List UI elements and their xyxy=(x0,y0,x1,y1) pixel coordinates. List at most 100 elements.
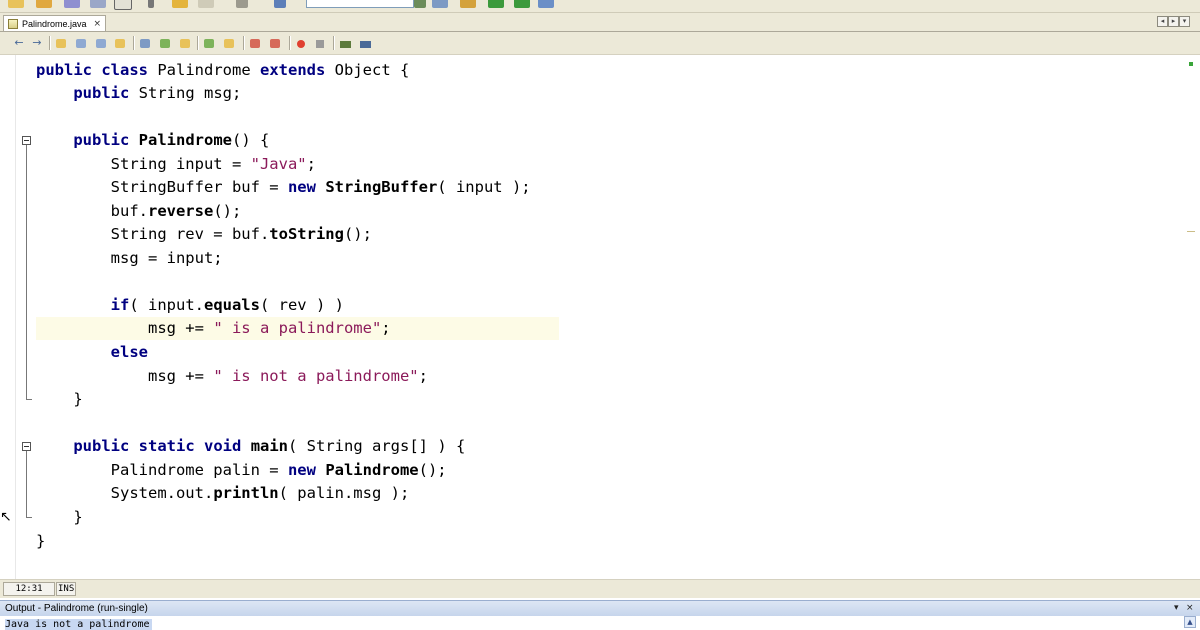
code-keyword: if xyxy=(110,296,130,314)
tab-list-menu-icon[interactable]: ▾ xyxy=(1179,16,1190,27)
shift-right-icon[interactable] xyxy=(224,39,234,48)
code-text: ; xyxy=(306,155,316,173)
close-output-icon[interactable]: × xyxy=(1186,602,1194,615)
error-stripe-ok-icon[interactable] xyxy=(1189,62,1193,66)
tab-palindrome-java[interactable]: Palindrome.java × xyxy=(3,15,106,31)
find-selection-icon[interactable] xyxy=(56,39,66,48)
next-bookmark-icon[interactable] xyxy=(160,39,170,48)
cut-icon[interactable] xyxy=(148,0,154,8)
code-text: } xyxy=(36,508,83,526)
output-window-header[interactable]: Output - Palindrome (run-single) ▾ × xyxy=(0,600,1200,617)
diff-icon[interactable] xyxy=(360,41,371,48)
code-line-4: public Palindrome() { xyxy=(36,129,269,152)
clean-build-icon[interactable] xyxy=(460,0,476,8)
code-keyword: extends xyxy=(260,61,326,79)
code-line-8: String rev = buf.toString(); xyxy=(36,223,372,246)
code-text: String rev = buf. xyxy=(36,225,270,243)
hammer-icon[interactable] xyxy=(274,0,286,8)
scroll-tabs-left-icon[interactable]: ◂ xyxy=(1157,16,1168,27)
code-text: ( rev ) ) xyxy=(259,296,344,314)
code-line-15: } xyxy=(36,388,82,411)
code-text: ( input. xyxy=(129,296,204,314)
save-all-icon[interactable] xyxy=(90,0,106,8)
output-scroll-up-icon[interactable]: ▲ xyxy=(1184,616,1196,628)
uncomment-icon[interactable] xyxy=(270,39,280,48)
error-stripe-mark[interactable] xyxy=(1187,231,1195,232)
start-macro-icon[interactable] xyxy=(297,40,305,48)
open-project-icon[interactable] xyxy=(64,0,80,8)
caret-position: 12:31 xyxy=(3,582,55,596)
toggle-bookmark-icon[interactable] xyxy=(180,39,190,48)
code-line-11: if( input.equals( rev ) ) xyxy=(36,294,344,317)
code-line-1: public class Palindrome extends Object { xyxy=(36,59,409,82)
fold-toggle-constructor-icon[interactable] xyxy=(22,136,31,145)
toggle-highlight-icon[interactable] xyxy=(115,39,125,48)
find-next-icon[interactable] xyxy=(96,39,106,48)
code-text: msg += xyxy=(36,367,214,385)
previous-bookmark-icon[interactable] xyxy=(140,39,150,48)
find-icon[interactable] xyxy=(236,0,248,8)
code-text: Palindrome palin = xyxy=(36,461,288,479)
output-line: Java is not a palindrome xyxy=(5,619,152,630)
code-keyword: new xyxy=(287,178,316,196)
java-file-icon xyxy=(8,18,18,29)
insert-mode-indicator: INS xyxy=(56,582,76,596)
code-text: (); xyxy=(343,225,372,243)
code-text: Object { xyxy=(325,61,410,79)
code-text: ( String args[] ) { xyxy=(288,437,466,455)
forward-icon[interactable]: → xyxy=(30,36,44,50)
output-console[interactable]: Java is not a palindrome ▲ xyxy=(0,616,1200,630)
editor-status-bar: 12:31 INS xyxy=(0,579,1200,598)
back-icon[interactable]: ← xyxy=(12,36,26,50)
code-method: reverse xyxy=(147,202,214,220)
code-keyword: public xyxy=(36,61,92,79)
code-line-19: System.out.println( palin.msg ); xyxy=(36,482,410,505)
toolbar-separator xyxy=(133,36,135,50)
build-icon[interactable] xyxy=(432,0,448,8)
configuration-select[interactable] xyxy=(306,0,414,8)
run-icon[interactable] xyxy=(488,0,504,8)
fold-toggle-main-icon[interactable] xyxy=(22,442,31,451)
new-file-icon[interactable] xyxy=(8,0,24,8)
close-tab-icon[interactable]: × xyxy=(93,19,101,29)
stop-macro-icon[interactable] xyxy=(316,40,324,48)
code-text: ; xyxy=(418,367,428,385)
find-previous-icon[interactable] xyxy=(76,39,86,48)
new-project-icon[interactable] xyxy=(36,0,52,8)
profile-icon[interactable] xyxy=(538,0,554,8)
code-method: StringBuffer xyxy=(325,178,438,196)
code-keyword: public xyxy=(73,84,130,102)
code-text: ( input ); xyxy=(437,178,531,196)
code-line-2: public String msg; xyxy=(36,82,241,105)
code-text: msg = input; xyxy=(36,249,223,267)
paste-icon[interactable] xyxy=(198,0,214,8)
copy-icon[interactable] xyxy=(172,0,188,8)
code-keyword: void xyxy=(204,437,242,455)
code-line-13: else xyxy=(36,341,148,364)
code-string: " is not a palindrome" xyxy=(213,367,419,385)
code-keyword: class xyxy=(101,61,149,79)
shift-left-icon[interactable] xyxy=(204,39,214,48)
dropdown-arrow-icon[interactable] xyxy=(414,0,426,8)
fold-rail xyxy=(26,451,27,517)
debug-icon[interactable] xyxy=(514,0,530,8)
minimize-output-icon[interactable]: ▾ xyxy=(1174,602,1179,615)
code-line-9: msg = input; xyxy=(36,247,223,270)
run-test-icon[interactable] xyxy=(340,41,351,48)
code-keyword: public xyxy=(73,437,130,455)
undo-icon[interactable] xyxy=(114,0,132,10)
toolbar-separator xyxy=(333,36,335,50)
comment-icon[interactable] xyxy=(250,39,260,48)
code-method: Palindrome xyxy=(325,461,419,479)
scroll-tabs-right-icon[interactable]: ▸ xyxy=(1168,16,1179,27)
code-editor[interactable]: public class Palindrome extends Object {… xyxy=(0,55,1200,579)
code-keyword: new xyxy=(287,461,316,479)
